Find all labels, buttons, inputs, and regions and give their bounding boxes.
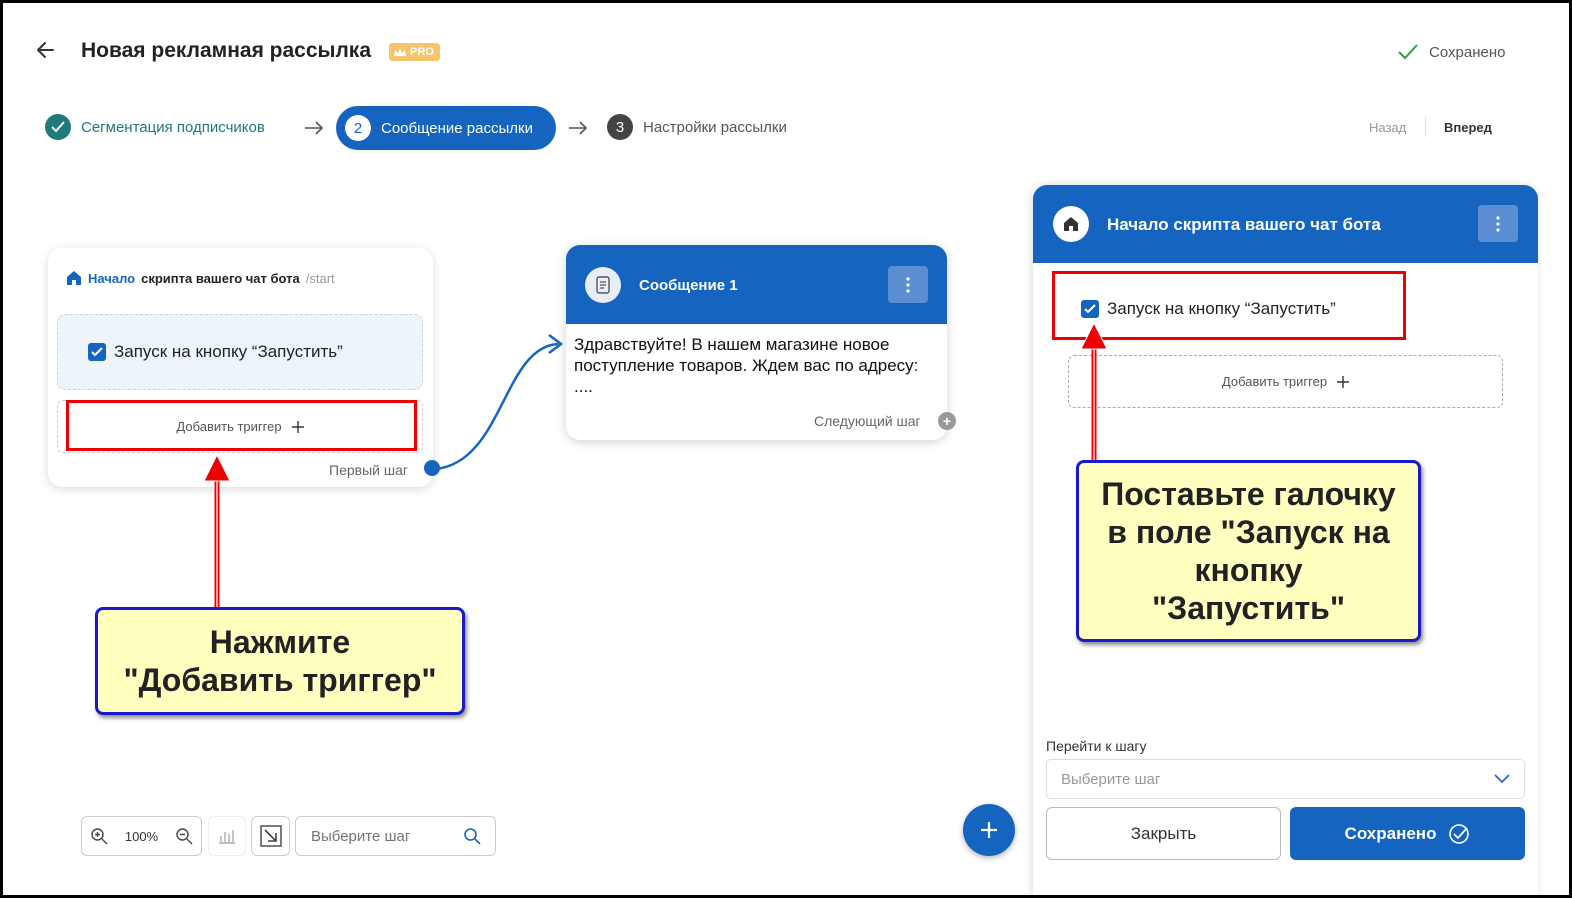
step-label: Настройки рассылки	[643, 118, 787, 136]
screen: Новая рекламная рассылка PRO Сохранено С…	[0, 0, 1572, 898]
bar-chart-icon	[218, 828, 236, 844]
fit-view-button[interactable]	[251, 816, 290, 856]
home-icon	[1053, 206, 1089, 242]
check-circle-icon	[1448, 823, 1470, 845]
panel-title: Начало скрипта вашего чат бота	[1107, 215, 1381, 234]
checkbox-checked-icon[interactable]	[88, 343, 106, 361]
divider	[1425, 117, 1426, 137]
panel-header: Начало скрипта вашего чат бота	[1033, 185, 1538, 263]
zoom-out-icon[interactable]	[175, 827, 193, 845]
plus-icon	[1337, 375, 1350, 388]
search-icon[interactable]	[463, 827, 481, 845]
zoom-controls: 100%	[81, 816, 202, 856]
add-trigger-label: Добавить триггер	[1221, 374, 1328, 389]
goto-step-select[interactable]: Выберите шаг	[1046, 759, 1525, 799]
step-number: 3	[607, 114, 633, 140]
callout-line: в поле "Запуск на	[1107, 514, 1390, 550]
saved-status: Сохранено	[1397, 43, 1505, 61]
step-search-input[interactable]	[309, 826, 463, 846]
zoom-in-icon[interactable]	[90, 827, 108, 845]
callout-line: Поставьте галочку	[1101, 476, 1396, 512]
start-node-card[interactable]: Начало скрипта вашего чат бота /start За…	[48, 248, 440, 487]
annotation-arrow-up	[1080, 321, 1108, 461]
callout-line: Нажмите	[209, 624, 351, 660]
more-vertical-icon[interactable]	[1478, 205, 1518, 242]
plus-icon	[979, 820, 999, 840]
trigger-item[interactable]: Запуск на кнопку “Запустить”	[57, 314, 423, 390]
start-command: /start	[305, 270, 335, 286]
pro-badge: PRO	[389, 43, 440, 61]
start-node-header: Начало скрипта вашего чат бота /start	[66, 270, 335, 286]
callout-line: "Добавить триггер"	[123, 662, 437, 698]
page-title: Новая рекламная рассылка	[81, 39, 372, 62]
message-node-card[interactable]: Сообщение 1 Здравствуйте! В нашем магази…	[566, 245, 947, 440]
close-button[interactable]: Закрыть	[1046, 807, 1281, 860]
back-button[interactable]: Назад	[1369, 120, 1406, 135]
start-title-rest: скрипта вашего чат бота	[141, 270, 300, 286]
home-icon	[66, 270, 82, 286]
trigger-label: Запуск на кнопку “Запустить”	[114, 342, 343, 361]
zoom-level: 100%	[124, 828, 159, 844]
message-body: Здравствуйте! В нашем магазине новое пос…	[574, 335, 919, 396]
forward-button[interactable]: Вперед	[1444, 120, 1492, 135]
add-next-step-icon[interactable]: +	[938, 412, 956, 430]
highlight-box-add-trigger	[66, 400, 417, 451]
goto-step-placeholder: Выберите шаг	[1061, 770, 1161, 788]
crown-icon	[393, 47, 407, 57]
arrow-right-icon	[567, 117, 589, 139]
pro-label: PRO	[410, 46, 434, 58]
callout-line: кнопку	[1194, 552, 1303, 588]
step-label: Сообщение рассылки	[381, 119, 533, 137]
callout-line: "Запустить"	[1151, 590, 1345, 626]
instruction-callout-add-trigger: Нажмите "Добавить триггер"	[95, 607, 465, 715]
add-trigger-button[interactable]: Добавить триггер	[1068, 355, 1503, 408]
add-step-button[interactable]	[963, 804, 1015, 856]
step-search[interactable]	[295, 816, 496, 856]
back-arrow-icon[interactable]	[33, 37, 59, 63]
next-step-label: Следующий шаг	[814, 413, 921, 429]
start-title-highlight: Начало	[88, 270, 136, 286]
goto-step-label: Перейти к шагу	[1046, 738, 1147, 754]
save-label: Сохранено	[1344, 823, 1437, 843]
stats-button[interactable]	[208, 816, 246, 856]
save-button[interactable]: Сохранено	[1290, 807, 1525, 860]
step-done-icon	[45, 114, 71, 140]
first-step-label: Первый шаг	[329, 462, 408, 478]
more-vertical-icon[interactable]	[888, 266, 928, 303]
annotation-arrow-up	[203, 453, 231, 609]
connector-handle[interactable]	[424, 460, 440, 476]
message-title: Сообщение 1	[639, 277, 738, 294]
instruction-callout-checkbox: Поставьте галочку в поле "Запуск на кноп…	[1076, 460, 1421, 642]
check-icon	[1397, 43, 1419, 61]
step-segmentation[interactable]: Сегментация подписчиков	[45, 114, 265, 140]
step-number: 2	[345, 115, 371, 141]
step-message[interactable]: 2 Сообщение рассылки	[336, 106, 556, 150]
step-settings[interactable]: 3 Настройки рассылки	[607, 114, 787, 140]
document-icon	[585, 267, 621, 303]
chevron-down-icon	[1494, 774, 1510, 784]
arrow-right-icon	[303, 117, 325, 139]
saved-status-label: Сохранено	[1429, 43, 1506, 61]
message-node-header: Сообщение 1	[566, 245, 947, 324]
step-label: Сегментация подписчиков	[81, 118, 265, 136]
arrow-diagonal-icon	[259, 825, 282, 847]
